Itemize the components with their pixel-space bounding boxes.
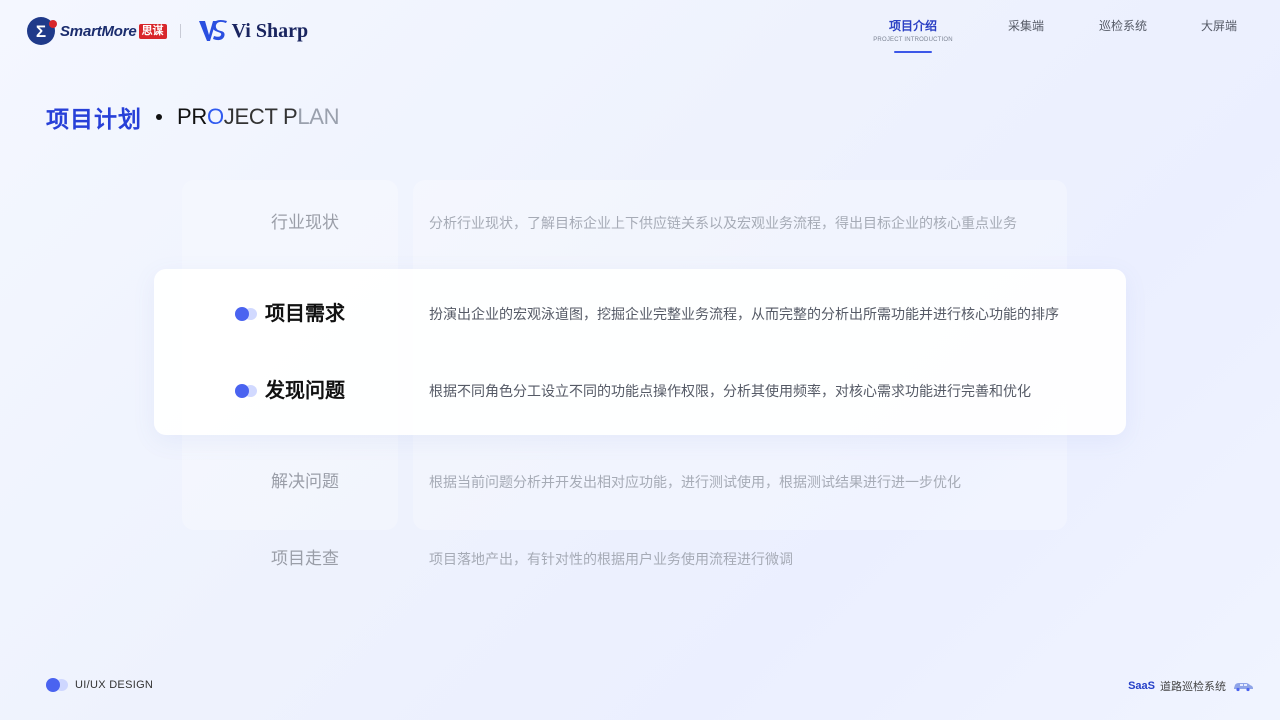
plan-row-desc: 扮演出企业的宏观泳道图，挖掘企业完整业务流程，从而完整的分析出所需功能并进行核心… xyxy=(429,306,1059,322)
plan-row-name: 项目走查 xyxy=(271,549,339,568)
plan-row-name: 发现问题 xyxy=(234,376,345,406)
bullet-dot-icon xyxy=(45,678,68,692)
title-en-part: O xyxy=(206,104,224,129)
nav-tab-collection[interactable]: 采集端 xyxy=(1002,18,1050,34)
plan-row-active[interactable]: 项目需求 扮演出企业的宏观泳道图，挖掘企业完整业务流程，从而完整的分析出所需功能… xyxy=(0,299,1280,329)
plan-row-desc: 根据不同角色分工设立不同的功能点操作权限，分析其使用频率，对核心需求功能进行完善… xyxy=(429,383,1031,399)
nav-tab-label: 大屏端 xyxy=(1200,19,1237,33)
car-icon xyxy=(1234,683,1253,692)
nav-tab-sublabel: PROJECT INTRODUCTION xyxy=(873,37,953,43)
nav-tab-label: 采集端 xyxy=(1007,19,1044,33)
title-en-part: PR xyxy=(177,104,207,129)
section-title-cn: 项目计划 xyxy=(46,106,142,132)
nav-tab-project-intro[interactable]: 项目介绍 PROJECT INTRODUCTION xyxy=(873,18,953,53)
nav-tab-label: 巡检系统 xyxy=(1098,19,1147,33)
nav-tab-label: 项目介绍 xyxy=(888,19,937,33)
plan-row-name-text: 项目需求 xyxy=(265,303,345,325)
plan-row-name: 行业现状 xyxy=(271,213,339,232)
footer-product-label: 道路巡检系统 xyxy=(1160,681,1226,693)
title-en-part: LAN xyxy=(297,104,340,129)
plan-row-desc: 项目落地产出，有针对性的根据用户业务使用流程进行微调 xyxy=(429,551,793,567)
plan-row-name: 项目需求 xyxy=(234,299,345,329)
section-title-en: PROJECT PLAN xyxy=(177,104,340,130)
plan-row-name: 解决问题 xyxy=(271,472,339,491)
plan-row[interactable]: 解决问题 根据当前问题分析并开发出相对应功能，进行测试使用，根据测试结果进行进一… xyxy=(0,467,1280,497)
footer-saas-label: SaaS xyxy=(1128,680,1155,692)
footer-right: SaaS 道路巡检系统 xyxy=(1128,678,1254,694)
bullet-dot-icon xyxy=(234,307,258,321)
nav-tab-inspection[interactable]: 巡检系统 xyxy=(1096,18,1150,34)
top-nav: 项目介绍 PROJECT INTRODUCTION 采集端 巡检系统 大屏端 xyxy=(0,18,1280,58)
footer-design-label: UI/UX DESIGN xyxy=(75,679,154,691)
nav-tab-dashboard[interactable]: 大屏端 xyxy=(1196,18,1242,34)
plan-row-desc: 根据当前问题分析并开发出相对应功能，进行测试使用，根据测试结果进行进一步优化 xyxy=(429,474,961,490)
bullet-dot-icon xyxy=(234,384,258,398)
title-en-part: JECT P xyxy=(223,104,298,129)
section-title: 项目计划 PROJECT PLAN xyxy=(46,102,340,132)
plan-row-desc: 分析行业现状，了解目标企业上下供应链关系以及宏观业务流程，得出目标企业的核心重点… xyxy=(429,215,1017,231)
plan-row-name-text: 发现问题 xyxy=(265,380,345,402)
plan-row[interactable]: 行业现状 分析行业现状，了解目标企业上下供应链关系以及宏观业务流程，得出目标企业… xyxy=(0,208,1280,238)
highlight-card xyxy=(154,269,1126,435)
plan-row[interactable]: 项目走查 项目落地产出，有针对性的根据用户业务使用流程进行微调 xyxy=(0,544,1280,574)
footer-left: UI/UX DESIGN xyxy=(45,678,153,692)
plan-row-active[interactable]: 发现问题 根据不同角色分工设立不同的功能点操作权限，分析其使用频率，对核心需求功… xyxy=(0,376,1280,406)
title-separator-dot xyxy=(156,114,162,120)
nav-active-underline xyxy=(894,51,932,53)
